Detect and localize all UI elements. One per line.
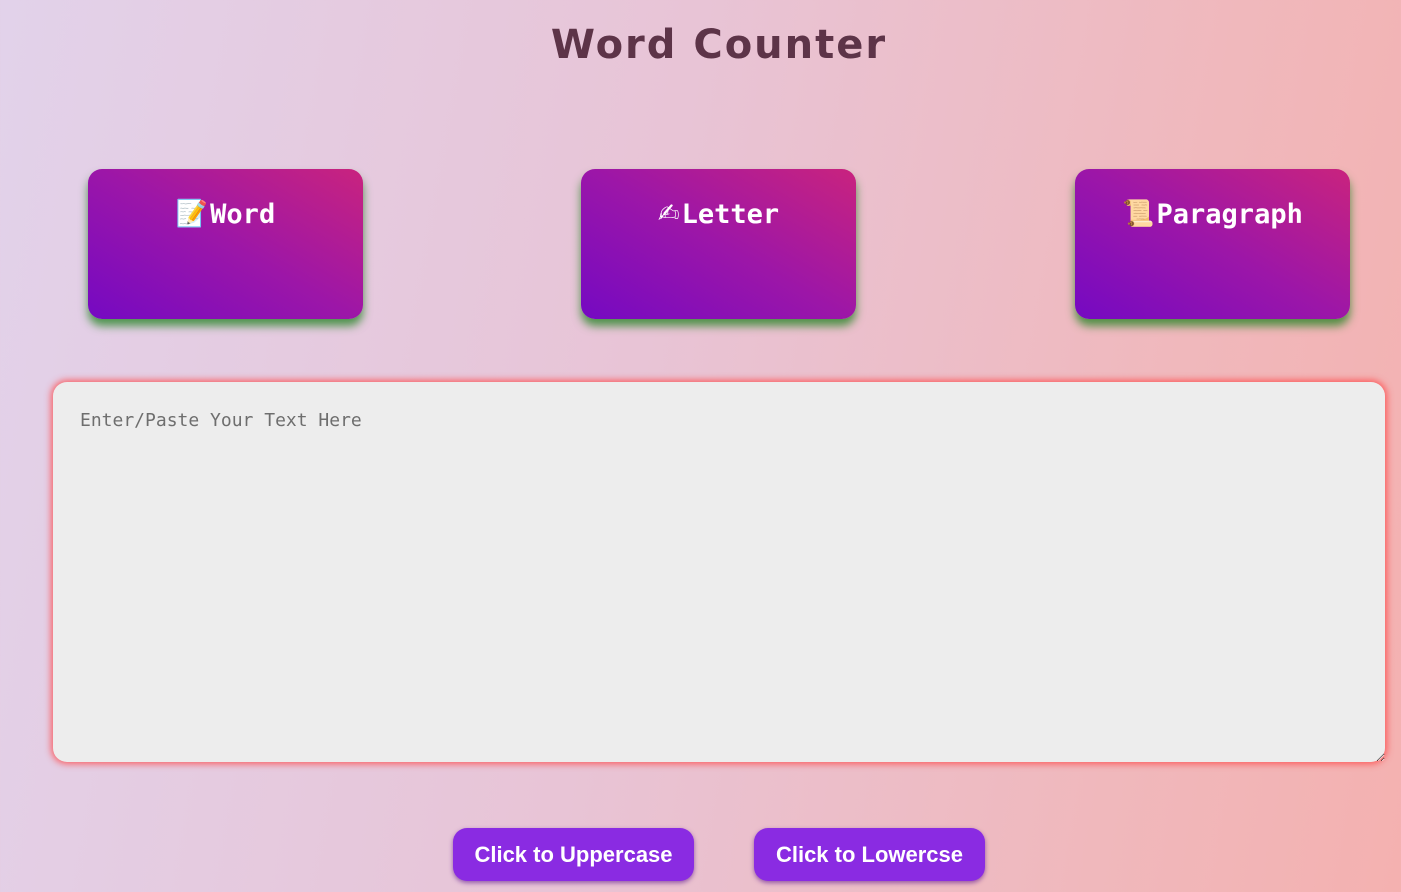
- letter-card-label: Letter: [681, 199, 780, 230]
- scroll-icon: 📜: [1122, 199, 1155, 229]
- uppercase-button[interactable]: Click to Uppercase: [453, 828, 694, 881]
- letter-card-heading: ✍Letter: [581, 199, 856, 230]
- lowercase-button[interactable]: Click to Lowercse: [754, 828, 985, 881]
- memo-icon: 📝: [175, 199, 209, 229]
- letter-count-card: ✍Letter: [581, 169, 856, 319]
- text-input-area[interactable]: [53, 382, 1385, 762]
- word-card-heading: 📝Word: [88, 199, 363, 230]
- paragraph-card-label: Paragraph: [1156, 199, 1303, 230]
- writing-hand-icon: ✍: [657, 199, 680, 229]
- word-count-card: 📝Word: [88, 169, 363, 319]
- paragraph-card-heading: 📜Paragraph: [1075, 199, 1350, 230]
- word-card-label: Word: [210, 199, 276, 230]
- page-title: Word Counter: [550, 22, 888, 68]
- paragraph-count-card: 📜Paragraph: [1075, 169, 1350, 319]
